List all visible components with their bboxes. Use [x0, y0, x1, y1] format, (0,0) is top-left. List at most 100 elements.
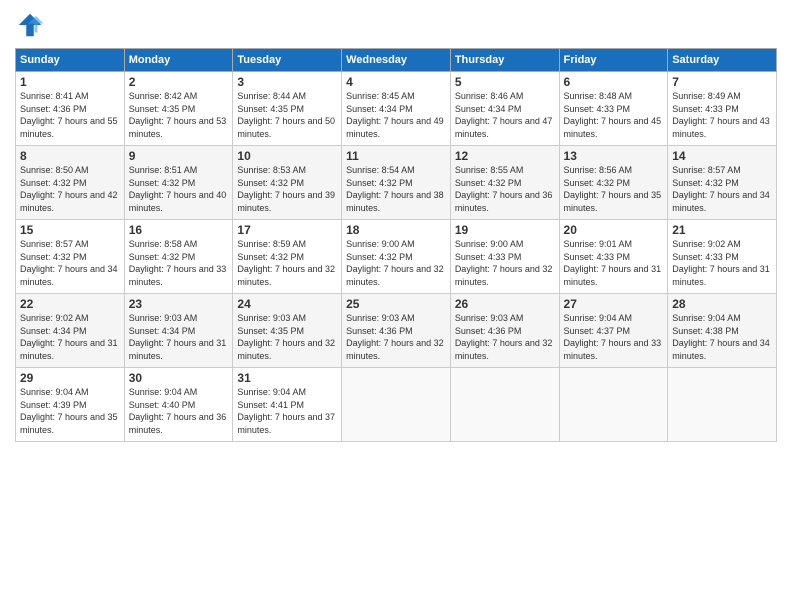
- day-cell: 23Sunrise: 9:03 AMSunset: 4:34 PMDayligh…: [124, 294, 233, 368]
- day-number: 30: [129, 371, 229, 385]
- day-cell: 20Sunrise: 9:01 AMSunset: 4:33 PMDayligh…: [559, 220, 668, 294]
- day-info: Sunrise: 8:54 AMSunset: 4:32 PMDaylight:…: [346, 164, 446, 214]
- day-info: Sunrise: 9:00 AMSunset: 4:33 PMDaylight:…: [455, 238, 555, 288]
- day-info: Sunrise: 8:57 AMSunset: 4:32 PMDaylight:…: [672, 164, 772, 214]
- day-number: 9: [129, 149, 229, 163]
- day-cell: 21Sunrise: 9:02 AMSunset: 4:33 PMDayligh…: [668, 220, 777, 294]
- day-number: 12: [455, 149, 555, 163]
- day-info: Sunrise: 9:02 AMSunset: 4:33 PMDaylight:…: [672, 238, 772, 288]
- day-cell: 4Sunrise: 8:45 AMSunset: 4:34 PMDaylight…: [342, 72, 451, 146]
- day-cell: 31Sunrise: 9:04 AMSunset: 4:41 PMDayligh…: [233, 368, 342, 442]
- day-cell: 6Sunrise: 8:48 AMSunset: 4:33 PMDaylight…: [559, 72, 668, 146]
- day-info: Sunrise: 9:00 AMSunset: 4:32 PMDaylight:…: [346, 238, 446, 288]
- week-row-2: 8Sunrise: 8:50 AMSunset: 4:32 PMDaylight…: [16, 146, 777, 220]
- week-row-4: 22Sunrise: 9:02 AMSunset: 4:34 PMDayligh…: [16, 294, 777, 368]
- day-cell: 1Sunrise: 8:41 AMSunset: 4:36 PMDaylight…: [16, 72, 125, 146]
- day-info: Sunrise: 8:58 AMSunset: 4:32 PMDaylight:…: [129, 238, 229, 288]
- header: [15, 10, 777, 40]
- day-cell: 29Sunrise: 9:04 AMSunset: 4:39 PMDayligh…: [16, 368, 125, 442]
- day-number: 10: [237, 149, 337, 163]
- day-cell: 17Sunrise: 8:59 AMSunset: 4:32 PMDayligh…: [233, 220, 342, 294]
- page-container: SundayMondayTuesdayWednesdayThursdayFrid…: [0, 0, 792, 452]
- day-number: 26: [455, 297, 555, 311]
- day-cell: 19Sunrise: 9:00 AMSunset: 4:33 PMDayligh…: [450, 220, 559, 294]
- day-cell: [559, 368, 668, 442]
- day-number: 23: [129, 297, 229, 311]
- day-number: 27: [564, 297, 664, 311]
- day-info: Sunrise: 9:03 AMSunset: 4:35 PMDaylight:…: [237, 312, 337, 362]
- col-header-saturday: Saturday: [668, 49, 777, 72]
- day-number: 22: [20, 297, 120, 311]
- day-info: Sunrise: 8:55 AMSunset: 4:32 PMDaylight:…: [455, 164, 555, 214]
- day-cell: 24Sunrise: 9:03 AMSunset: 4:35 PMDayligh…: [233, 294, 342, 368]
- day-info: Sunrise: 9:02 AMSunset: 4:34 PMDaylight:…: [20, 312, 120, 362]
- day-cell: 18Sunrise: 9:00 AMSunset: 4:32 PMDayligh…: [342, 220, 451, 294]
- day-cell: 8Sunrise: 8:50 AMSunset: 4:32 PMDaylight…: [16, 146, 125, 220]
- col-header-sunday: Sunday: [16, 49, 125, 72]
- day-number: 24: [237, 297, 337, 311]
- day-info: Sunrise: 9:04 AMSunset: 4:37 PMDaylight:…: [564, 312, 664, 362]
- day-cell: 30Sunrise: 9:04 AMSunset: 4:40 PMDayligh…: [124, 368, 233, 442]
- header-row: SundayMondayTuesdayWednesdayThursdayFrid…: [16, 49, 777, 72]
- day-info: Sunrise: 9:03 AMSunset: 4:34 PMDaylight:…: [129, 312, 229, 362]
- day-cell: [668, 368, 777, 442]
- day-number: 7: [672, 75, 772, 89]
- day-number: 11: [346, 149, 446, 163]
- logo: [15, 10, 49, 40]
- day-info: Sunrise: 9:04 AMSunset: 4:38 PMDaylight:…: [672, 312, 772, 362]
- day-info: Sunrise: 8:57 AMSunset: 4:32 PMDaylight:…: [20, 238, 120, 288]
- day-cell: 15Sunrise: 8:57 AMSunset: 4:32 PMDayligh…: [16, 220, 125, 294]
- day-number: 17: [237, 223, 337, 237]
- day-number: 5: [455, 75, 555, 89]
- week-row-3: 15Sunrise: 8:57 AMSunset: 4:32 PMDayligh…: [16, 220, 777, 294]
- day-cell: 22Sunrise: 9:02 AMSunset: 4:34 PMDayligh…: [16, 294, 125, 368]
- day-cell: [342, 368, 451, 442]
- day-number: 28: [672, 297, 772, 311]
- logo-icon: [15, 10, 45, 40]
- col-header-monday: Monday: [124, 49, 233, 72]
- day-number: 1: [20, 75, 120, 89]
- day-cell: 28Sunrise: 9:04 AMSunset: 4:38 PMDayligh…: [668, 294, 777, 368]
- day-number: 13: [564, 149, 664, 163]
- day-info: Sunrise: 8:53 AMSunset: 4:32 PMDaylight:…: [237, 164, 337, 214]
- day-cell: 11Sunrise: 8:54 AMSunset: 4:32 PMDayligh…: [342, 146, 451, 220]
- day-info: Sunrise: 9:04 AMSunset: 4:39 PMDaylight:…: [20, 386, 120, 436]
- day-cell: 10Sunrise: 8:53 AMSunset: 4:32 PMDayligh…: [233, 146, 342, 220]
- col-header-thursday: Thursday: [450, 49, 559, 72]
- day-number: 2: [129, 75, 229, 89]
- day-info: Sunrise: 8:56 AMSunset: 4:32 PMDaylight:…: [564, 164, 664, 214]
- day-cell: 12Sunrise: 8:55 AMSunset: 4:32 PMDayligh…: [450, 146, 559, 220]
- day-number: 20: [564, 223, 664, 237]
- day-number: 8: [20, 149, 120, 163]
- day-info: Sunrise: 8:59 AMSunset: 4:32 PMDaylight:…: [237, 238, 337, 288]
- col-header-friday: Friday: [559, 49, 668, 72]
- day-info: Sunrise: 8:42 AMSunset: 4:35 PMDaylight:…: [129, 90, 229, 140]
- day-info: Sunrise: 8:51 AMSunset: 4:32 PMDaylight:…: [129, 164, 229, 214]
- day-cell: 2Sunrise: 8:42 AMSunset: 4:35 PMDaylight…: [124, 72, 233, 146]
- day-info: Sunrise: 8:48 AMSunset: 4:33 PMDaylight:…: [564, 90, 664, 140]
- day-number: 29: [20, 371, 120, 385]
- day-number: 15: [20, 223, 120, 237]
- day-info: Sunrise: 8:50 AMSunset: 4:32 PMDaylight:…: [20, 164, 120, 214]
- day-cell: [450, 368, 559, 442]
- day-number: 3: [237, 75, 337, 89]
- day-cell: 25Sunrise: 9:03 AMSunset: 4:36 PMDayligh…: [342, 294, 451, 368]
- day-cell: 16Sunrise: 8:58 AMSunset: 4:32 PMDayligh…: [124, 220, 233, 294]
- day-info: Sunrise: 8:45 AMSunset: 4:34 PMDaylight:…: [346, 90, 446, 140]
- day-number: 25: [346, 297, 446, 311]
- day-info: Sunrise: 9:03 AMSunset: 4:36 PMDaylight:…: [346, 312, 446, 362]
- day-number: 21: [672, 223, 772, 237]
- day-number: 16: [129, 223, 229, 237]
- day-info: Sunrise: 8:41 AMSunset: 4:36 PMDaylight:…: [20, 90, 120, 140]
- week-row-1: 1Sunrise: 8:41 AMSunset: 4:36 PMDaylight…: [16, 72, 777, 146]
- day-number: 31: [237, 371, 337, 385]
- day-info: Sunrise: 9:04 AMSunset: 4:41 PMDaylight:…: [237, 386, 337, 436]
- day-info: Sunrise: 8:46 AMSunset: 4:34 PMDaylight:…: [455, 90, 555, 140]
- calendar-table: SundayMondayTuesdayWednesdayThursdayFrid…: [15, 48, 777, 442]
- day-number: 14: [672, 149, 772, 163]
- col-header-wednesday: Wednesday: [342, 49, 451, 72]
- day-number: 6: [564, 75, 664, 89]
- day-info: Sunrise: 9:03 AMSunset: 4:36 PMDaylight:…: [455, 312, 555, 362]
- day-info: Sunrise: 8:49 AMSunset: 4:33 PMDaylight:…: [672, 90, 772, 140]
- day-cell: 7Sunrise: 8:49 AMSunset: 4:33 PMDaylight…: [668, 72, 777, 146]
